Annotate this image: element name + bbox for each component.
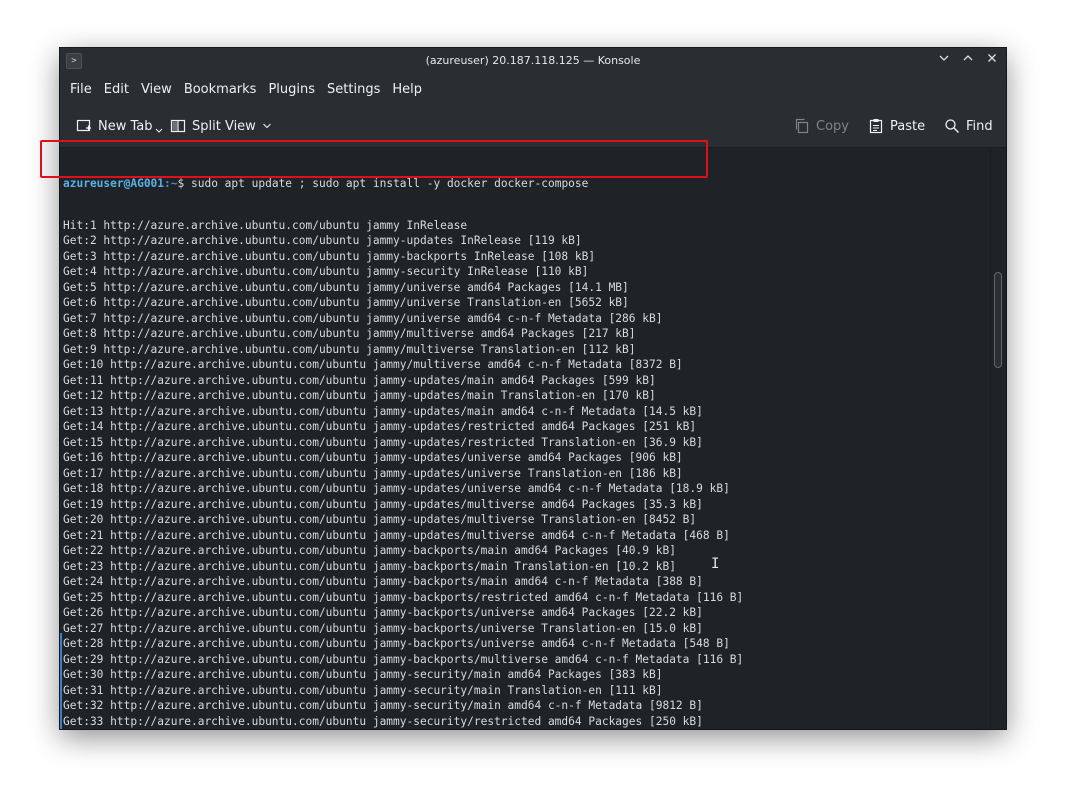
terminal-line: Get:7 http://azure.archive.ubuntu.com/ub… [63,311,663,325]
new-tab-label: New Tab [98,118,153,134]
paste-icon [869,119,883,134]
command-line: azureuser@AG001:~$ sudo apt update ; sud… [63,176,743,192]
menu-plugins[interactable]: Plugins [262,75,321,105]
terminal-line: Get:23 http://azure.archive.ubuntu.com/u… [63,559,676,573]
title-bar[interactable]: > (azureuser) 20.187.118.125 — Konsole [60,48,1006,75]
menu-help[interactable]: Help [386,75,428,105]
scrollbar-thumb[interactable] [994,272,1002,368]
terminal-line: Get:14 http://azure.archive.ubuntu.com/u… [63,420,697,433]
toolbar: New Tab Split View Copy Paste Find [60,105,1006,148]
menu-view[interactable]: View [135,75,178,105]
terminal-line: Get:33 http://azure.archive.ubuntu.com/u… [63,714,703,728]
terminal-line: Get:8 http://azure.archive.ubuntu.com/ub… [63,327,636,340]
chevron-down-icon [262,123,271,129]
terminal-line: Get:31 http://azure.archive.ubuntu.com/u… [63,683,663,697]
paste-label: Paste [890,118,926,134]
terminal-lines: azureuser@AG001:~$ sudo apt update ; sud… [63,150,743,729]
chevron-up-icon [963,55,973,61]
terminal-line: Get:15 http://azure.archive.ubuntu.com/u… [63,435,703,449]
search-icon [945,119,959,133]
menu-settings[interactable]: Settings [321,75,386,105]
paste-button[interactable]: Paste [868,115,925,137]
new-tab-button[interactable]: New Tab [76,115,163,137]
terminal-line: Get:17 http://azure.archive.ubuntu.com/u… [63,466,683,480]
terminal-line: Hit:1 http://azure.archive.ubuntu.com/ub… [63,218,468,232]
terminal-line: Get:28 http://azure.archive.ubuntu.com/u… [63,637,730,650]
chevron-down-icon [155,128,162,133]
close-icon [988,54,996,62]
terminal-line: Get:24 http://azure.archive.ubuntu.com/u… [63,575,703,588]
terminal-line: Get:25 http://azure.archive.ubuntu.com/u… [63,590,744,604]
prompt-user: azureuser@AG001 [63,177,165,190]
terminal-line: Get:32 http://azure.archive.ubuntu.com/u… [63,699,703,712]
prompt-path: :~ [164,177,178,190]
terminal-line: Get:4 http://azure.archive.ubuntu.com/ub… [63,265,589,278]
copy-label: Copy [816,118,849,134]
terminal-line: Get:12 http://azure.archive.ubuntu.com/u… [63,389,656,402]
command-text: $ sudo apt update ; sudo apt install -y … [177,177,589,190]
terminal-line: Get:20 http://azure.archive.ubuntu.com/u… [63,513,697,526]
terminal-line: Get:21 http://azure.archive.ubuntu.com/u… [63,528,730,542]
find-label: Find [966,118,993,134]
window-title: (azureuser) 20.187.118.125 — Konsole [425,54,641,67]
terminal-line: Get:30 http://azure.archive.ubuntu.com/u… [63,668,663,681]
menu-bookmarks[interactable]: Bookmarks [178,75,263,105]
terminal-line: Get:10 http://azure.archive.ubuntu.com/u… [63,358,683,371]
find-button[interactable]: Find [944,115,993,137]
close-button[interactable] [984,52,1000,70]
terminal-line: Get:19 http://azure.archive.ubuntu.com/u… [63,497,703,511]
terminal-line: Get:13 http://azure.archive.ubuntu.com/u… [63,404,703,418]
menu-bar: File Edit View Bookmarks Plugins Setting… [60,75,1006,105]
split-view-label: Split View [192,118,256,134]
konsole-window: > (azureuser) 20.187.118.125 — Konsole F… [60,48,1006,729]
terminal-line: Get:9 http://azure.archive.ubuntu.com/ub… [63,342,636,356]
terminal-output[interactable]: azureuser@AG001:~$ sudo apt update ; sud… [60,148,990,729]
terminal-line: Get:3 http://azure.archive.ubuntu.com/ub… [63,249,596,263]
terminal-line: Get:2 http://azure.archive.ubuntu.com/ub… [63,234,582,247]
menu-file[interactable]: File [64,75,98,105]
terminal-line: Get:22 http://azure.archive.ubuntu.com/u… [63,544,676,557]
terminal-line: Get:18 http://azure.archive.ubuntu.com/u… [63,482,730,495]
terminal-line: Get:11 http://azure.archive.ubuntu.com/u… [63,373,656,387]
terminal-scrollbar[interactable] [990,148,1006,729]
new-tab-icon [76,119,91,132]
selection-marker [60,633,62,729]
maximize-button[interactable] [960,52,976,70]
chevron-down-icon [939,55,949,61]
menu-edit[interactable]: Edit [98,75,135,105]
window-controls [936,52,1000,70]
terminal-line: Get:6 http://azure.archive.ubuntu.com/ub… [63,296,629,309]
copy-icon [795,118,809,134]
copy-button[interactable]: Copy [794,115,849,137]
minimize-button[interactable] [936,52,952,70]
terminal-line: Get:29 http://azure.archive.ubuntu.com/u… [63,652,744,666]
terminal-line: Get:26 http://azure.archive.ubuntu.com/u… [63,606,703,619]
terminal-line: Get:16 http://azure.archive.ubuntu.com/u… [63,451,683,464]
split-view-icon [170,119,186,133]
terminal-line: Get:5 http://azure.archive.ubuntu.com/ub… [63,280,629,294]
terminal-line: Get:27 http://azure.archive.ubuntu.com/u… [63,621,703,635]
split-view-button[interactable]: Split View [170,115,272,137]
